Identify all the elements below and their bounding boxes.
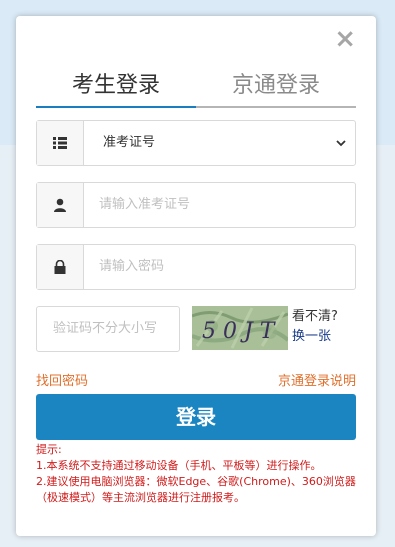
tips-title: 提示: (36, 443, 62, 456)
captcha-refresh-link[interactable]: 换一张 (292, 327, 338, 347)
svg-text:5 0 J T: 5 0 J T (202, 319, 277, 344)
login-button[interactable]: 登录 (36, 394, 356, 440)
tips-panel: 提示: 1.本系统不支持通过移动设备（手机、平板等）进行操作。 2.建议使用电脑… (36, 442, 356, 506)
id-type-value: 准考证号 (103, 135, 156, 150)
password-field[interactable]: 请输入密码 (36, 244, 356, 290)
candidate-id-placeholder: 请输入准考证号 (99, 197, 191, 212)
user-icon (37, 183, 84, 227)
tab-jingtong-login[interactable]: 京通登录 (196, 68, 356, 104)
password-placeholder: 请输入密码 (99, 259, 165, 274)
captcha-placeholder: 验证码不分大小写 (53, 321, 158, 336)
login-dialog: × 考生登录 京通登录 准考证号 请输入准考证号 请输入密码 验证码不分大小写 … (16, 16, 376, 536)
forgot-password-link[interactable]: 找回密码 (36, 370, 88, 389)
captcha-input[interactable]: 验证码不分大小写 (36, 306, 180, 352)
captcha-image[interactable]: 5 0 J T (191, 306, 290, 350)
tip-item: 2.建议使用电脑浏览器：微软Edge、谷歌(Chrome)、360浏览器（极速模… (36, 475, 356, 504)
chevron-down-icon (336, 140, 346, 147)
jingtong-help-link[interactable]: 京通登录说明 (278, 370, 356, 389)
login-tabs: 考生登录 京通登录 (36, 68, 356, 108)
tab-candidate-login[interactable]: 考生登录 (36, 68, 196, 104)
active-tab-underline (36, 106, 196, 108)
list-icon (37, 121, 84, 165)
tip-item: 1.本系统不支持通过移动设备（手机、平板等）进行操作。 (36, 459, 322, 472)
id-type-select[interactable]: 准考证号 (36, 120, 356, 166)
lock-icon (37, 245, 84, 289)
candidate-id-field[interactable]: 请输入准考证号 (36, 182, 356, 228)
inactive-tab-underline (196, 106, 356, 108)
captcha-unclear-label: 看不清? (292, 309, 338, 324)
close-icon[interactable]: × (334, 26, 356, 52)
captcha-refresh-area: 看不清? 换一张 (292, 307, 338, 347)
